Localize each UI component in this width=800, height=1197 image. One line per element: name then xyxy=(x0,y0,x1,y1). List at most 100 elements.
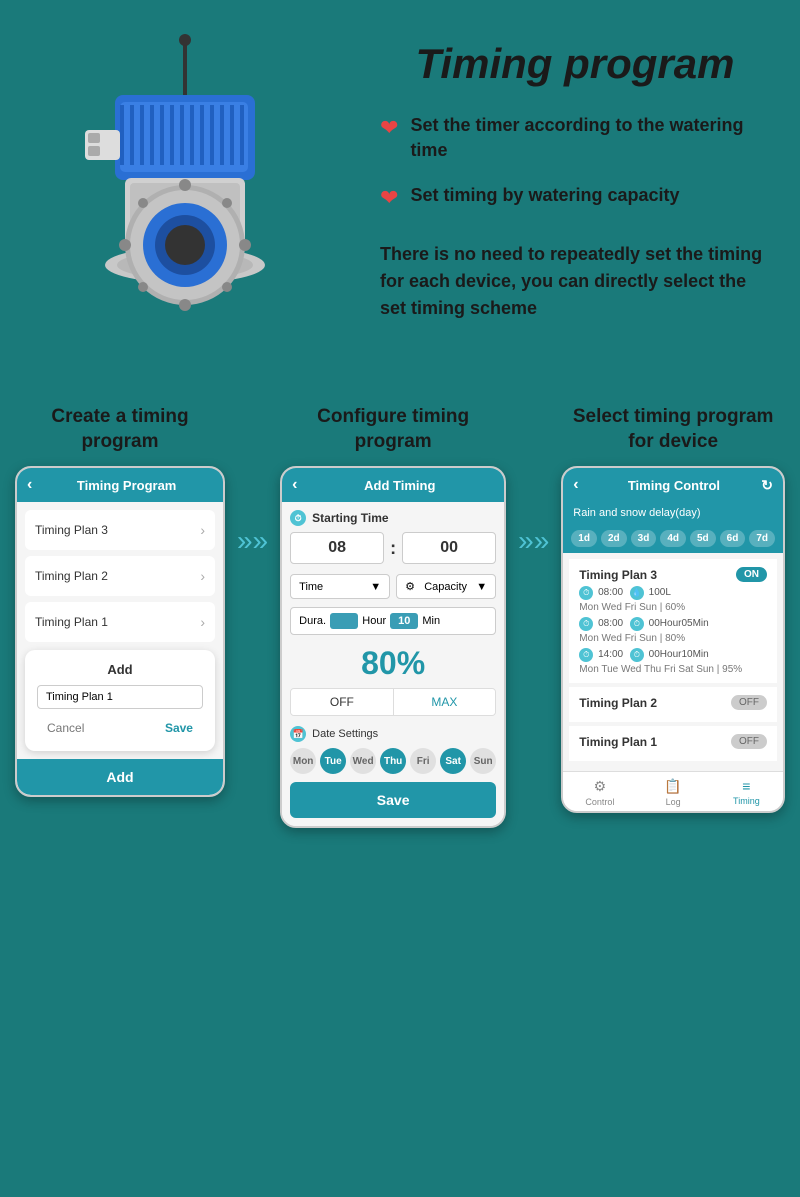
dura-label: Dura. xyxy=(299,615,326,627)
capacity-icon: ⚙ xyxy=(405,580,415,593)
percent-display: 80% xyxy=(290,645,496,682)
clock-small-icon: ⏱ xyxy=(579,586,593,600)
phone3-label: Select timing program for device xyxy=(561,405,785,454)
drop-icon-2: ⏱ xyxy=(630,617,644,631)
time-dropdown-icon: ▼ xyxy=(370,581,381,593)
day-sun[interactable]: Sun xyxy=(470,748,496,774)
product-svg xyxy=(30,30,340,370)
off-max-row: OFF MAX xyxy=(290,688,496,716)
select-row: Time ▼ ⚙ Capacity ▼ xyxy=(290,574,496,599)
control-label: Control xyxy=(585,797,614,807)
hour-label: Hour xyxy=(362,615,386,627)
heart-icon-2: ❤ xyxy=(380,185,398,211)
day-btn-7d[interactable]: 7d xyxy=(749,530,775,547)
phone3-frame: ‹ Timing Control ↻ Rain and snow delay(d… xyxy=(561,466,785,813)
list-item[interactable]: Timing Plan 2 › xyxy=(25,556,215,596)
days-button-row: 1d 2d 3d 4d 5d 6d 7d xyxy=(563,524,783,553)
phone2-label: Configure timing program xyxy=(280,405,506,454)
min-label: Min xyxy=(422,615,440,627)
add-footer-button[interactable]: Add xyxy=(17,759,223,795)
dialog-buttons: Cancel Save xyxy=(37,717,203,739)
back-arrow-icon-3[interactable]: ‹ xyxy=(573,476,578,494)
capacity-label: Capacity xyxy=(424,581,467,593)
refresh-icon[interactable]: ↻ xyxy=(761,477,773,494)
description-text: There is no need to repeatedly set the t… xyxy=(380,241,770,322)
arrow-divider-2: »» xyxy=(518,405,549,557)
plan3-days3: Mon Tue Wed Thu Fri Sat Sun | 95% xyxy=(579,664,767,675)
log-icon: 📋 xyxy=(637,778,710,795)
day-mon[interactable]: Mon xyxy=(290,748,316,774)
starting-time-section: ⏱ Starting Time xyxy=(290,510,496,526)
list-item[interactable]: Timing Plan 3 › xyxy=(25,510,215,550)
phone3-body: Timing Plan 3 ON ⏱ 08:00 💧 100L Mon Wed … xyxy=(563,553,783,771)
plan3-toggle[interactable]: ON xyxy=(736,567,767,582)
plan2-header: Timing Plan 2 OFF xyxy=(579,695,767,710)
max-button[interactable]: MAX xyxy=(393,689,496,715)
date-settings-title: 📅 Date Settings xyxy=(290,726,496,742)
phone1-frame: ‹ Timing Program Timing Plan 3 › Timing … xyxy=(15,466,225,797)
plan3-detail3: ⏱ 14:00 ⏱ 00Hour10Min xyxy=(579,648,767,662)
control-icon: ⚙ xyxy=(563,778,636,795)
date-settings-label: Date Settings xyxy=(312,728,378,740)
capacity-select[interactable]: ⚙ Capacity ▼ xyxy=(396,574,496,599)
save-button[interactable]: Save xyxy=(155,717,203,739)
day-btn-4d[interactable]: 4d xyxy=(660,530,686,547)
add-dialog-title: Add xyxy=(37,662,203,677)
timing-label: Timing xyxy=(733,796,760,806)
top-section: Timing program ❤ Set the timer according… xyxy=(0,0,800,395)
back-arrow-icon-2[interactable]: ‹ xyxy=(292,476,297,494)
day-tue[interactable]: Tue xyxy=(320,748,346,774)
drop-icon-3: ⏱ xyxy=(630,648,644,662)
minute-input[interactable]: 00 xyxy=(402,532,496,564)
day-btn-5d[interactable]: 5d xyxy=(690,530,716,547)
off-button[interactable]: OFF xyxy=(291,689,393,715)
day-sat[interactable]: Sat xyxy=(440,748,466,774)
day-btn-3d[interactable]: 3d xyxy=(631,530,657,547)
page-title: Timing program xyxy=(380,40,770,88)
starting-time-label: Starting Time xyxy=(312,511,388,525)
colon-separator: : xyxy=(390,532,396,564)
list-item[interactable]: Timing Plan 1 › xyxy=(25,602,215,642)
min-value[interactable]: 10 xyxy=(390,613,418,629)
feature-text-1: Set the timer according to the watering … xyxy=(410,113,770,163)
hour-input[interactable]: 08 xyxy=(290,532,384,564)
clock-icon-2: ⏱ xyxy=(579,617,593,631)
plan3-days1: Mon Wed Fri Sun | 60% xyxy=(579,602,767,613)
nav-timing[interactable]: ≡ Timing xyxy=(710,778,783,807)
back-arrow-icon[interactable]: ‹ xyxy=(27,476,32,494)
day-wed[interactable]: Wed xyxy=(350,748,376,774)
day-btn-1d[interactable]: 1d xyxy=(571,530,597,547)
p2-save-button[interactable]: Save xyxy=(290,782,496,818)
arrow-icon: › xyxy=(200,522,205,538)
plan1-toggle[interactable]: OFF xyxy=(731,734,767,749)
phone3-column: Select timing program for device ‹ Timin… xyxy=(561,405,785,813)
plan2-row: Timing Plan 2 OFF xyxy=(569,687,777,722)
plan3-days2: Mon Wed Fri Sun | 80% xyxy=(579,633,767,644)
plan-name-input[interactable] xyxy=(37,685,203,709)
plan2-toggle[interactable]: OFF xyxy=(731,695,767,710)
plan3-row: Timing Plan 3 ON ⏱ 08:00 💧 100L Mon Wed … xyxy=(569,559,777,683)
nav-control[interactable]: ⚙ Control xyxy=(563,778,636,807)
product-image-area xyxy=(30,30,360,375)
timing-icon: ≡ xyxy=(710,778,783,794)
phone2-frame: ‹ Add Timing ⏱ Starting Time 08 : 00 xyxy=(280,466,506,828)
phone1-column: Create a timing program ‹ Timing Program… xyxy=(15,405,225,797)
plan3-detail1: ⏱ 08:00 💧 100L xyxy=(579,586,767,600)
plan1-label: Timing Plan 1 xyxy=(35,615,108,629)
nav-log[interactable]: 📋 Log xyxy=(637,778,710,807)
cancel-button[interactable]: Cancel xyxy=(37,717,94,739)
plan1-row: Timing Plan 1 OFF xyxy=(569,726,777,761)
day-thu[interactable]: Thu xyxy=(380,748,406,774)
dura-input[interactable] xyxy=(330,613,358,629)
phone1-header-title: Timing Program xyxy=(40,478,213,493)
feature-item-2: ❤ Set timing by watering capacity xyxy=(380,183,770,211)
log-label: Log xyxy=(666,797,681,807)
day-btn-2d[interactable]: 2d xyxy=(601,530,627,547)
add-dialog: Add Cancel Save xyxy=(25,650,215,751)
time-select[interactable]: Time ▼ xyxy=(290,574,390,599)
day-fri[interactable]: Fri xyxy=(410,748,436,774)
day-btn-6d[interactable]: 6d xyxy=(720,530,746,547)
phone2-body: ⏱ Starting Time 08 : 00 Time ▼ xyxy=(282,502,504,826)
feature-text-2: Set timing by watering capacity xyxy=(410,183,679,208)
drop-icon: 💧 xyxy=(630,586,644,600)
